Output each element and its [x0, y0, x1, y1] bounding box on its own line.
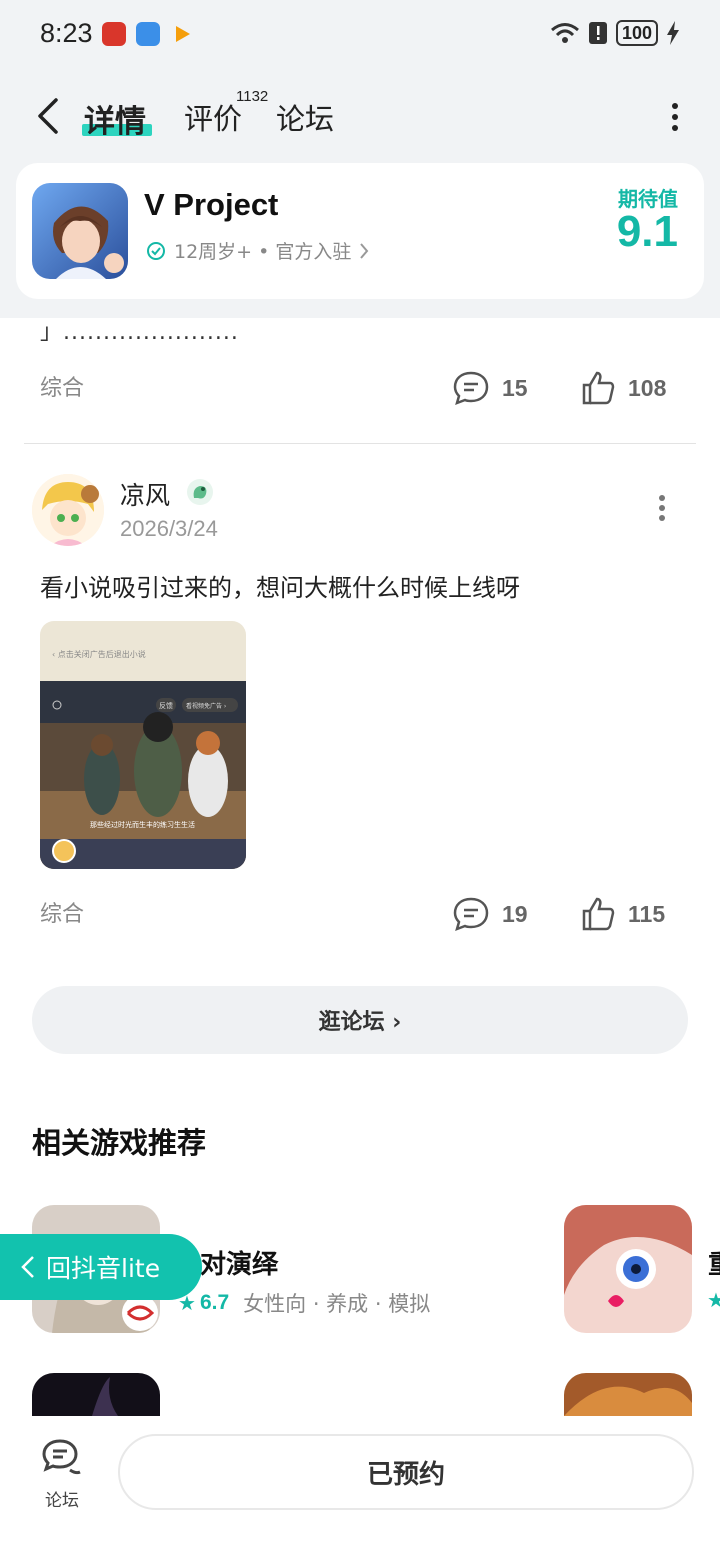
- star-icon: ★: [707, 1288, 720, 1312]
- recommend-game-icon[interactable]: [564, 1373, 692, 1416]
- post-image[interactable]: ‹ 点击关闭广告后退出小说 反馈 看视频免广告 › 那些经过时光而生丰的练习生生…: [40, 621, 246, 869]
- recommend-game-score: 6.7: [199, 1291, 230, 1314]
- app-meta-text: 12周岁+ • 官方入驻: [174, 241, 352, 263]
- thumbs-up-icon: [582, 897, 615, 931]
- forum-nav-button[interactable]: 论坛: [36, 1438, 88, 1511]
- post-date: 2026/3/24: [120, 516, 218, 541]
- back-icon[interactable]: [30, 94, 70, 138]
- like-stat[interactable]: 115: [580, 896, 665, 932]
- thumbs-up-icon: [582, 371, 615, 405]
- forum-nav-label: 论坛: [45, 1491, 79, 1511]
- image-skip-text: 看视频免广告 ›: [186, 702, 226, 710]
- post-text-truncated: 」......................: [40, 320, 239, 345]
- back-pill-label: 回抖音lite: [46, 1254, 161, 1283]
- app-name: V Project: [144, 187, 279, 222]
- tab-reviews[interactable]: 评价: [184, 96, 242, 138]
- post-footer: 综合 15 108: [0, 370, 720, 410]
- bottom-action-bar: 论坛 已预约: [0, 1416, 720, 1560]
- reserved-button[interactable]: 已预约: [118, 1434, 694, 1510]
- like-count: 115: [628, 900, 666, 927]
- post-footer: 综合 19 115: [0, 896, 720, 936]
- tab-forum[interactable]: 论坛: [276, 96, 334, 138]
- image-subtitle: 那些经过时光而生丰的练习生生活: [90, 820, 195, 829]
- image-top-text: ‹ 点击关闭广告后退出小说: [52, 649, 146, 659]
- video-app-icon: [176, 26, 190, 42]
- post-category[interactable]: 综合: [40, 896, 84, 928]
- app-summary-card: V Project 12周岁+ • 官方入驻 期待值 9.1: [16, 163, 704, 299]
- badge-icon: [187, 479, 213, 505]
- wifi-icon: [550, 23, 579, 43]
- post-category[interactable]: 综合: [40, 370, 84, 402]
- comment-stat[interactable]: 19: [452, 896, 528, 932]
- image-feedback-text: 反馈: [159, 701, 173, 710]
- detail-header: 详情 评价 1132 论坛 V Project 12周岁+ • 官方入驻 期待值…: [0, 68, 720, 318]
- post-username[interactable]: 凉风: [120, 476, 170, 512]
- browse-forum-button[interactable]: 逛论坛 ›: [32, 986, 688, 1054]
- reviews-count: 1132: [236, 88, 269, 105]
- back-to-douyin-button[interactable]: 回抖音lite: [0, 1234, 202, 1300]
- recommend-game-meta: ★ 6.7 女性向 · 养成 · 模拟: [178, 1288, 430, 1318]
- comment-count: 15: [502, 374, 528, 401]
- recommend-game-name[interactable]: 重: [708, 1244, 720, 1281]
- like-count: 108: [628, 374, 667, 401]
- battery-level: 100: [615, 20, 658, 46]
- comment-count: 19: [502, 900, 528, 927]
- chevron-left-icon: [21, 1256, 34, 1278]
- recommend-game-name[interactable]: 对演绎: [200, 1244, 278, 1281]
- verified-icon: [147, 241, 165, 260]
- alert-icon: [588, 22, 607, 44]
- comment-icon: [453, 371, 489, 406]
- recommend-title: 相关游戏推荐: [32, 1126, 207, 1160]
- huawei-app-icon: [102, 22, 126, 46]
- comment-stat[interactable]: 15: [452, 370, 528, 406]
- app-meta[interactable]: 12周岁+ • 官方入驻: [146, 237, 369, 264]
- app-icon[interactable]: [32, 183, 128, 279]
- comment-icon: [453, 897, 489, 932]
- post-more-icon[interactable]: [658, 494, 666, 522]
- expect-score: 9.1: [616, 207, 678, 256]
- post-body-text: 看小说吸引过来的，想问大概什么时候上线呀: [40, 574, 520, 602]
- more-options-icon[interactable]: [670, 102, 680, 132]
- weather-app-icon: [136, 22, 160, 46]
- chevron-right-icon: [360, 242, 369, 259]
- recommend-game-icon[interactable]: [564, 1205, 692, 1333]
- forum-icon: [42, 1439, 81, 1475]
- status-time: 8:23: [40, 18, 93, 48]
- recommend-game-icon[interactable]: [32, 1373, 160, 1416]
- charging-icon: [667, 21, 679, 45]
- like-stat[interactable]: 108: [580, 370, 666, 406]
- tab-details[interactable]: 详情: [84, 96, 146, 141]
- status-bar: 8:23 100: [0, 0, 720, 68]
- avatar[interactable]: [32, 474, 104, 546]
- recommend-game-tags: 女性向 · 养成 · 模拟: [243, 1292, 431, 1316]
- post-divider: [24, 443, 696, 444]
